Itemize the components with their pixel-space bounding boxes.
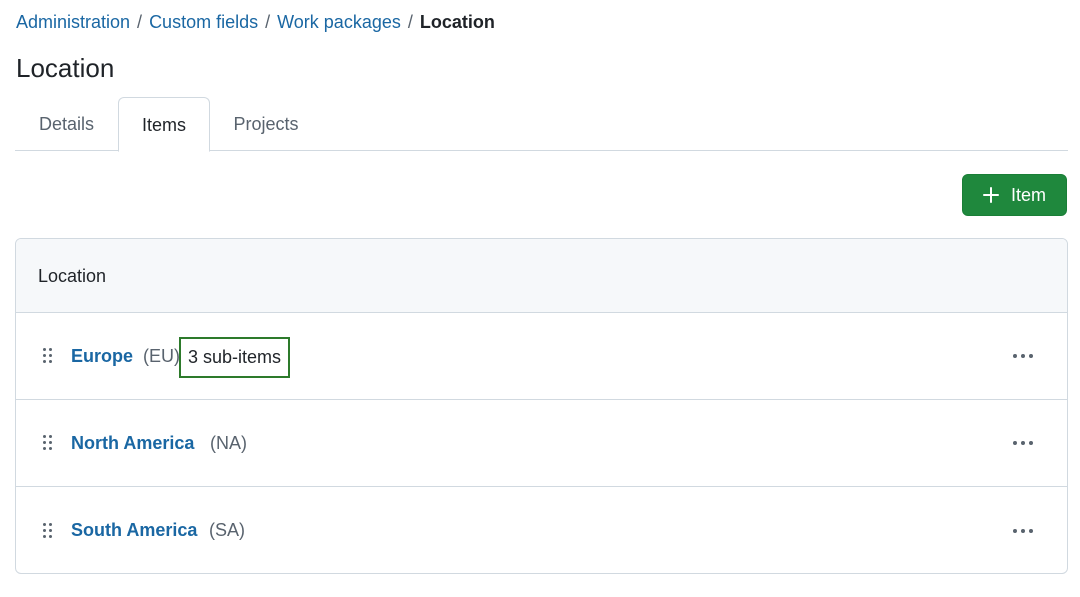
item-short-name: (EU)	[143, 345, 180, 366]
tab-bar: Details Items Projects	[15, 97, 1068, 152]
item-name-link[interactable]: South America	[71, 520, 197, 541]
more-actions-icon[interactable]	[1009, 519, 1037, 543]
item-short-name: (SA)	[209, 520, 245, 540]
add-item-button[interactable]: Item	[962, 174, 1067, 216]
more-actions-icon[interactable]	[1009, 344, 1037, 368]
drag-handle-icon[interactable]	[43, 522, 53, 539]
page-title: Location	[16, 53, 115, 83]
breadcrumb-custom-fields[interactable]: Custom fields	[149, 12, 258, 32]
item-short-name: (NA)	[210, 432, 247, 453]
list-header: Location	[16, 239, 1067, 313]
drag-handle-icon[interactable]	[43, 348, 53, 364]
list-item: South America (SA)	[16, 487, 1067, 573]
list-item: Europe (EU) 3 sub-items	[16, 313, 1067, 400]
tab-items[interactable]: Items	[118, 97, 210, 152]
list-item: North America (NA)	[16, 400, 1067, 487]
breadcrumb-administration[interactable]: Administration	[16, 12, 130, 32]
tab-projects[interactable]: Projects	[215, 97, 317, 151]
breadcrumb: Administration / Custom fields / Work packag…	[16, 10, 495, 34]
plus-icon	[982, 187, 999, 203]
tab-details[interactable]: Details	[15, 97, 118, 151]
more-actions-icon[interactable]	[1009, 431, 1037, 455]
add-item-label: Item	[1010, 184, 1046, 205]
items-list: Location Europe (EU) 3 sub-items North A…	[15, 238, 1068, 574]
item-name-link[interactable]: North America	[71, 433, 194, 454]
breadcrumb-current: Location	[419, 12, 495, 32]
breadcrumb-separator: /	[407, 12, 413, 32]
drag-handle-icon[interactable]	[43, 435, 53, 451]
sub-items-count: 3 sub-items	[179, 337, 291, 378]
breadcrumb-separator: /	[265, 12, 271, 32]
item-name-link[interactable]: Europe	[71, 346, 133, 367]
breadcrumb-separator: /	[137, 12, 143, 32]
breadcrumb-work-packages[interactable]: Work packages	[277, 12, 401, 32]
